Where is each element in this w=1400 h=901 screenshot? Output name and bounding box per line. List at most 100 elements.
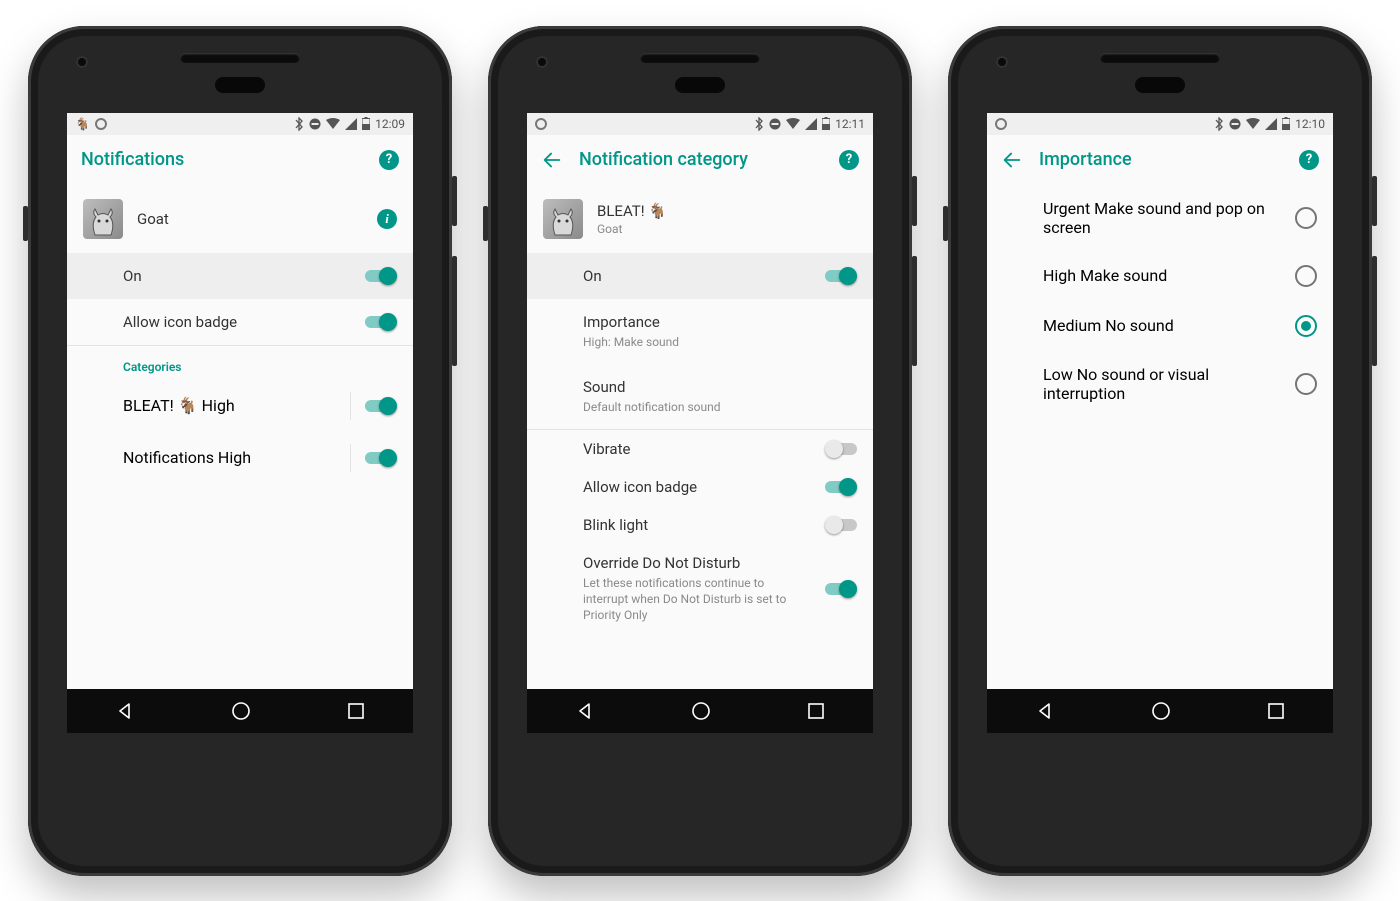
on-switch[interactable]	[825, 267, 857, 285]
nav-back-icon[interactable]	[116, 702, 134, 720]
status-bar: 12:10	[987, 113, 1333, 135]
dnd-label: Override Do Not Disturb	[583, 554, 815, 572]
nav-recent-icon[interactable]	[808, 703, 824, 719]
category-row[interactable]: Notifications High	[67, 432, 413, 484]
nav-home-icon[interactable]	[1151, 701, 1171, 721]
option-sub: No sound	[1105, 316, 1174, 335]
screen: 🐐 12:09 Notifications ?	[67, 113, 413, 733]
app-name: Goat	[137, 210, 363, 228]
badge-switch[interactable]	[365, 313, 397, 331]
category-name: Notifications	[123, 448, 214, 467]
vibrate-switch[interactable]	[825, 440, 857, 458]
status-circle-icon	[95, 118, 107, 130]
option-name: Low	[1043, 365, 1073, 384]
sound-row[interactable]: Sound Default notification sound	[527, 364, 873, 429]
sound-label: Sound	[583, 378, 857, 396]
badge-label: Allow icon badge	[583, 478, 815, 496]
dnd-sub: Let these notifications continue to inte…	[583, 575, 803, 624]
info-icon[interactable]: i	[377, 209, 397, 229]
vibrate-row[interactable]: Vibrate	[527, 430, 873, 468]
page-title: Notifications	[81, 149, 363, 170]
phone-frame: 12:10 Importance ? Urgent Make sound and…	[948, 26, 1372, 876]
help-icon[interactable]: ?	[839, 150, 859, 170]
nav-home-icon[interactable]	[231, 701, 251, 721]
allow-badge-row[interactable]: Allow icon badge	[67, 299, 413, 345]
page-title: Notification category	[579, 149, 823, 170]
battery-icon	[822, 117, 830, 130]
bluetooth-icon	[754, 117, 764, 131]
category-name: BLEAT! 🐐	[123, 396, 198, 415]
phone-frame: 12:11 Notification category ? BLEAT! 🐐 G…	[488, 26, 912, 876]
nav-home-icon[interactable]	[691, 701, 711, 721]
nav-back-icon[interactable]	[1036, 702, 1054, 720]
battery-icon	[362, 117, 370, 130]
nav-recent-icon[interactable]	[348, 703, 364, 719]
app-bar: Importance ?	[987, 135, 1333, 185]
option-sub: Make sound	[1080, 266, 1167, 285]
on-toggle-row[interactable]: On	[67, 253, 413, 299]
vibrate-label: Vibrate	[583, 440, 815, 458]
on-label: On	[123, 267, 355, 285]
nav-bar	[987, 689, 1333, 733]
cell-icon	[345, 118, 357, 130]
category-switch[interactable]	[365, 397, 397, 415]
dnd-icon	[769, 118, 781, 130]
category-row[interactable]: BLEAT! 🐐 High	[67, 380, 413, 432]
allow-badge-row[interactable]: Allow icon badge	[527, 468, 873, 506]
badge-label: Allow icon badge	[123, 313, 355, 331]
radio-option-high[interactable]: High Make sound	[987, 251, 1333, 301]
radio-option-medium[interactable]: Medium No sound	[987, 301, 1333, 351]
radio-option-low[interactable]: Low No sound or visual interruption	[987, 351, 1333, 417]
status-circle-icon	[995, 118, 1007, 130]
status-circle-icon	[535, 118, 547, 130]
status-bar: 12:11	[527, 113, 873, 135]
radio-option-urgent[interactable]: Urgent Make sound and pop on screen	[987, 185, 1333, 251]
help-icon[interactable]: ?	[379, 150, 399, 170]
option-name: Medium	[1043, 316, 1101, 335]
channel-header-row: BLEAT! 🐐 Goat	[527, 185, 873, 253]
on-label: On	[583, 267, 815, 285]
radio-icon	[1295, 373, 1317, 395]
radio-icon	[1295, 207, 1317, 229]
option-name: High	[1043, 266, 1076, 285]
channel-name: BLEAT! 🐐	[597, 202, 857, 220]
status-time: 12:11	[835, 117, 865, 131]
app-status-icon: 🐐	[75, 117, 90, 131]
category-switch[interactable]	[365, 449, 397, 467]
screen: 12:11 Notification category ? BLEAT! 🐐 G…	[527, 113, 873, 733]
status-bar: 🐐 12:09	[67, 113, 413, 135]
bluetooth-icon	[294, 117, 304, 131]
radio-icon	[1295, 315, 1317, 337]
importance-row[interactable]: Importance High: Make sound	[527, 299, 873, 364]
back-icon[interactable]	[541, 149, 563, 171]
page-title: Importance	[1039, 149, 1283, 170]
dnd-row[interactable]: Override Do Not Disturb Let these notifi…	[527, 544, 873, 634]
blink-switch[interactable]	[825, 516, 857, 534]
blink-label: Blink light	[583, 516, 815, 534]
wifi-icon	[326, 118, 340, 130]
cell-icon	[805, 118, 817, 130]
app-icon	[83, 199, 123, 239]
blink-row[interactable]: Blink light	[527, 506, 873, 544]
back-icon[interactable]	[1001, 149, 1023, 171]
category-sub: High	[202, 396, 235, 415]
option-name: Urgent	[1043, 199, 1090, 218]
status-time: 12:09	[375, 117, 405, 131]
dnd-icon	[1229, 118, 1241, 130]
wifi-icon	[1246, 118, 1260, 130]
on-toggle-row[interactable]: On	[527, 253, 873, 299]
bluetooth-icon	[1214, 117, 1224, 131]
dnd-switch[interactable]	[825, 580, 857, 598]
app-header-row[interactable]: Goat i	[67, 185, 413, 253]
app-icon	[543, 199, 583, 239]
on-switch[interactable]	[365, 267, 397, 285]
help-icon[interactable]: ?	[1299, 150, 1319, 170]
nav-recent-icon[interactable]	[1268, 703, 1284, 719]
dnd-icon	[309, 118, 321, 130]
screen: 12:10 Importance ? Urgent Make sound and…	[987, 113, 1333, 733]
badge-switch[interactable]	[825, 478, 857, 496]
category-sub: High	[218, 448, 251, 467]
app-bar: Notifications ?	[67, 135, 413, 185]
importance-sub: High: Make sound	[583, 334, 857, 350]
nav-back-icon[interactable]	[576, 702, 594, 720]
